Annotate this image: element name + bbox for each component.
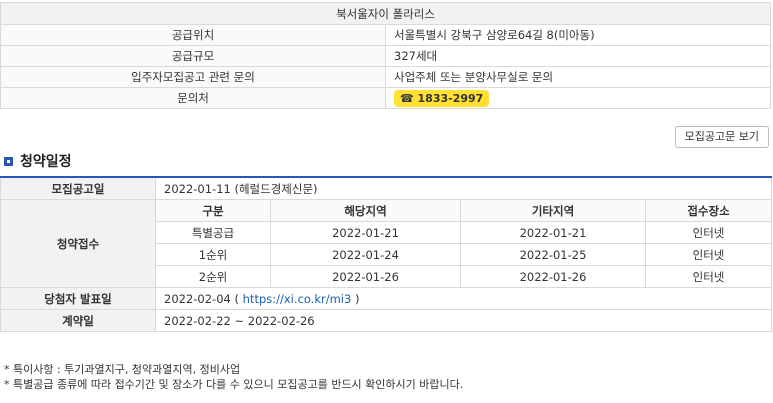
winner-close: ) (354, 291, 360, 306)
apply-cell: 인터넷 (644, 221, 773, 244)
apply-cell: 1순위 (155, 243, 271, 266)
table-row: 계약일 2022-02-22 ~ 2022-02-26 (0, 309, 773, 332)
section-heading: 청약일정 (4, 151, 72, 171)
row-value: 사업주체 또는 분양사무실로 문의 (385, 66, 771, 88)
phone-number-badge[interactable]: ☎ 1833-2997 (394, 89, 490, 107)
apply-cell: 인터넷 (644, 265, 773, 288)
section-title: 청약일정 (20, 154, 72, 170)
view-notice-button[interactable]: 모집공고문 보기 (674, 126, 769, 148)
row-value: 327세대 (385, 45, 771, 67)
apply-cell: 2순위 (155, 265, 271, 288)
apply-cell: 2022-01-21 (270, 221, 461, 244)
winner-date: 2022-02-04 ( (164, 291, 239, 306)
recruit-value: 2022-01-11 (헤럴드경제신문) (154, 176, 773, 200)
apply-cell: 인터넷 (644, 243, 773, 266)
apply-label: 청약접수 (0, 199, 156, 288)
apply-cell: 2022-01-24 (270, 243, 461, 266)
row-label: 공급규모 (0, 45, 386, 67)
supply-info-table: 북서울자이 폴라리스 공급위치 서울특별시 강북구 삼양로64길 8(미아동) … (0, 2, 771, 109)
row-label: 입주자모집공고 관련 문의 (0, 66, 386, 88)
table-row: 모집공고일 2022-01-11 (헤럴드경제신문) (0, 176, 773, 200)
page: 북서울자이 폴라리스 공급위치 서울특별시 강북구 삼양로64길 8(미아동) … (0, 0, 773, 403)
apply-cell: 2022-01-25 (460, 243, 646, 266)
row-label: 공급위치 (0, 24, 386, 46)
schedule-table: 모집공고일 2022-01-11 (헤럴드경제신문) 청약접수 구분 해당지역 … (0, 176, 773, 332)
table-row: 당첨자 발표일 2022-02-04 ( https://xi.co.kr/mi… (0, 287, 773, 310)
table-row: 공급규모 327세대 (0, 45, 771, 67)
table-row: 청약접수 구분 해당지역 기타지역 접수장소 (0, 199, 773, 288)
apply-header: 기타지역 (460, 199, 646, 222)
note-item: * 특별공급 종류에 따라 접수기간 및 장소가 다를 수 있으니 모집공고를 … (4, 378, 464, 391)
recruit-label: 모집공고일 (0, 176, 156, 200)
table-row: 공급위치 서울특별시 강북구 삼양로64길 8(미아동) (0, 24, 771, 46)
apply-cell: 특별공급 (155, 221, 271, 244)
square-bullet-icon (4, 156, 13, 166)
row-label: 문의처 (0, 87, 386, 109)
contract-value: 2022-02-22 ~ 2022-02-26 (154, 309, 773, 332)
winner-link[interactable]: https://xi.co.kr/mi3 (243, 292, 352, 306)
apply-header: 구분 (155, 199, 271, 222)
winner-label: 당첨자 발표일 (0, 287, 156, 310)
row-value: 서울특별시 강북구 삼양로64길 8(미아동) (385, 24, 771, 46)
table-row: 입주자모집공고 관련 문의 사업주체 또는 분양사무실로 문의 (0, 66, 771, 88)
note-item: * 특이사항 : 투기과열지구, 청약과열지역, 정비사업 (4, 363, 241, 376)
notes: * 특이사항 : 투기과열지구, 청약과열지역, 정비사업 * 특별공급 종류에… (4, 362, 463, 392)
apply-cell: 2022-01-26 (270, 265, 461, 288)
apply-header: 접수장소 (644, 199, 773, 222)
complex-title: 북서울자이 폴라리스 (0, 2, 771, 25)
apply-cell: 2022-01-26 (460, 265, 646, 288)
contract-label: 계약일 (0, 309, 156, 332)
winner-value: 2022-02-04 ( https://xi.co.kr/mi3 ) (154, 287, 773, 310)
contact-cell: ☎ 1833-2997 (385, 87, 771, 109)
apply-header: 해당지역 (270, 199, 461, 222)
apply-cell: 2022-01-21 (460, 221, 646, 244)
table-row: 문의처 ☎ 1833-2997 (0, 87, 771, 109)
